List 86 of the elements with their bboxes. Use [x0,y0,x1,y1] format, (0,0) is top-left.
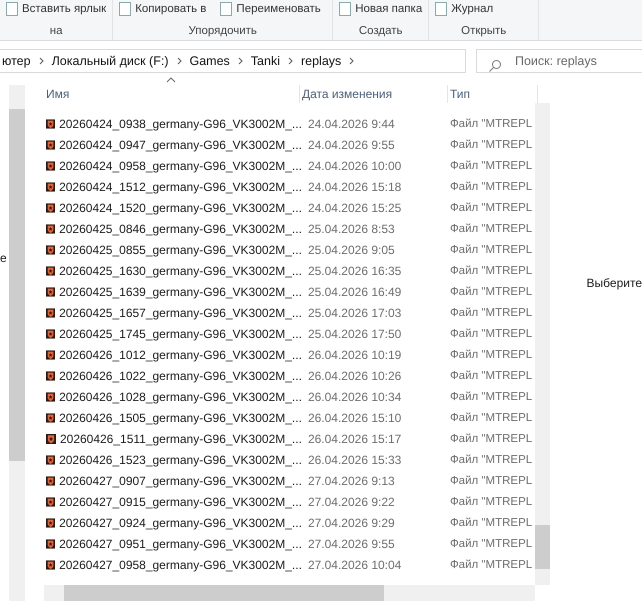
file-name[interactable]: 20260426_1511_germany-G96_VK3002M_... [60,432,302,446]
file-name[interactable]: 20260425_1745_germany-G96_VK3002M_... [59,326,302,340]
ribbon-group-label: Упорядочить [187,25,258,37]
file-name[interactable]: 20260426_1012_germany-G96_VK3002M_... [59,348,302,362]
nav-item-text[interactable]: е [0,251,7,265]
file-name[interactable]: 20260424_1512_germany-G96_VK3002M_... [59,180,302,194]
type-cell-text: Файл "MTREPL [450,412,534,424]
file-name[interactable]: 20260426_1022_germany-G96_VK3002M_... [59,368,302,382]
file-name[interactable]: 20260426_1523_germany-G96_VK3002M_... [59,452,302,466]
ribbon-button[interactable]: Журнал [435,2,494,16]
ribbon-button[interactable]: Вставить ярлык [6,2,106,16]
breadcrumb[interactable]: Games [190,54,230,68]
type-cell-text: Файл "MTREPL [450,474,534,486]
ribbon-group-label: Создать [358,25,404,37]
ribbon-group-label: на [48,25,64,37]
date-cell-text: 24.04.2026 9:44 [306,116,396,130]
date-cell-text: 26.04.2026 10:26 [306,368,402,382]
ribbon-group-label: Открыть [460,25,508,37]
breadcrumb[interactable]: Tanki [250,54,280,68]
date-cell-text: 25.04.2026 8:53 [306,222,396,236]
column-header[interactable]: Дата изменения [300,85,448,103]
type-cell-text: Файл "MTREPL [450,244,534,256]
date-cell-text: 27.04.2026 9:22 [306,494,396,508]
file-name[interactable]: 20260427_0907_germany-G96_VK3002M_... [59,474,302,488]
date-cell-text: 26.04.2026 10:34 [306,390,402,404]
file-name[interactable]: 20260427_0958_germany-G96_VK3002M_... [59,558,302,572]
date-cell-text: 26.04.2026 15:10 [306,410,402,424]
type-cell-text: Файл "MTREPL [450,202,534,214]
date-cell-text: 24.04.2026 15:18 [306,180,402,194]
type-cell-text: Файл "MTREPL [450,390,534,402]
date-cell-text: 27.04.2026 9:29 [306,516,396,530]
file-name[interactable]: 20260425_0846_germany-G96_VK3002M_... [59,222,302,236]
date-cell-text: 25.04.2026 16:35 [306,264,402,278]
date-cell-text: 25.04.2026 17:50 [306,326,402,340]
date-cell-text: 26.04.2026 10:19 [306,348,402,362]
file-name[interactable]: 20260424_1520_germany-G96_VK3002M_... [59,200,302,214]
type-cell-text: Файл "MTREPL [450,264,534,276]
file-name[interactable]: 20260426_1505_germany-G96_VK3002M_... [59,410,302,424]
date-cell-text: 26.04.2026 15:33 [306,452,402,466]
type-cell-text: Файл "MTREPL [450,348,534,360]
file-name[interactable]: 20260424_0947_germany-G96_VK3002M_... [59,138,302,152]
type-cell-text: Файл "MTREPL [450,432,534,444]
type-cell-text: Файл "MTREPL [450,180,534,192]
address-bar[interactable]: ютер Локальный диск (F:) Games Tanki replays [0,49,466,73]
type-cell-text: Файл "MTREPL [450,558,534,570]
date-cell-text: 27.04.2026 9:13 [306,474,396,488]
type-cell-text: Файл "MTREPL [450,496,534,508]
file-name[interactable]: 20260427_0915_germany-G96_VK3002M_... [59,494,302,508]
date-cell-text: 25.04.2026 9:05 [306,242,396,256]
file-name[interactable]: 20260426_1028_germany-G96_VK3002M_... [59,390,302,404]
type-cell-text: Файл "MTREPL [450,118,534,130]
type-cell-text: Файл "MTREPL [450,328,534,340]
date-cell-text: 25.04.2026 17:03 [306,306,402,320]
column-header[interactable]: Имя [44,85,300,103]
breadcrumb[interactable]: Локальный диск (F:) [52,54,168,68]
type-cell-text: Файл "MTREPL [450,306,534,318]
date-cell-text: 27.04.2026 9:55 [306,536,396,550]
type-cell-text: Файл "MTREPL [450,138,534,150]
type-cell-text: Файл "MTREPL [450,286,534,298]
type-cell-text: Файл "MTREPL [450,454,534,466]
type-cell-text: Файл "MTREPL [450,222,534,234]
date-cell-text: 25.04.2026 16:49 [306,284,402,298]
file-name[interactable]: 20260424_0958_germany-G96_VK3002M_... [59,158,302,172]
date-cell-text: 24.04.2026 9:55 [306,138,396,152]
type-cell-text: Файл "MTREPL [450,160,534,172]
type-cell-text: Файл "MTREPL [450,370,534,382]
type-cell-text: Файл "MTREPL [450,538,534,550]
date-cell-text: 24.04.2026 15:25 [306,200,402,214]
ribbon-button[interactable]: Копировать в [119,2,206,16]
breadcrumb[interactable]: ютер [2,54,31,68]
file-name[interactable]: 20260425_1657_germany-G96_VK3002M_... [59,306,302,320]
search-field[interactable]: Поиск: replays [476,49,642,73]
ribbon-button[interactable]: Переименовать [220,2,321,16]
file-name[interactable]: 20260427_0924_germany-G96_VK3002M_... [59,516,302,530]
details-pane-text: Выберите [586,276,642,290]
ribbon-button[interactable]: Новая папка [339,2,422,16]
file-name[interactable]: 20260427_0951_germany-G96_VK3002M_... [59,536,302,550]
file-name[interactable]: 20260425_1630_germany-G96_VK3002M_... [59,264,302,278]
file-name[interactable]: 20260425_1639_germany-G96_VK3002M_... [59,284,302,298]
type-cell-text: Файл "MTREPL [450,516,534,528]
date-cell-text: 27.04.2026 10:04 [306,558,402,572]
date-cell-text: 24.04.2026 10:00 [306,158,402,172]
file-name[interactable]: 20260424_0938_germany-G96_VK3002M_... [59,116,302,130]
breadcrumb[interactable]: replays [300,54,342,68]
file-name[interactable]: 20260425_0855_germany-G96_VK3002M_... [59,242,302,256]
date-cell-text: 26.04.2026 15:17 [306,432,402,446]
